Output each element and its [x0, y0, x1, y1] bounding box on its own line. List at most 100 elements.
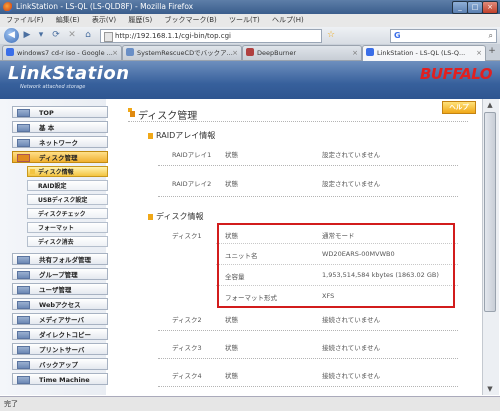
sidebar-item-users[interactable]: ユーザ管理 [12, 283, 108, 295]
disk-section-title: ディスク情報 [156, 212, 204, 221]
copy-icon [17, 331, 30, 339]
menu-edit[interactable]: 編集(E) [56, 16, 80, 24]
tab-systemrescue[interactable]: SystemRescueCDでバックア... × [122, 45, 242, 60]
menu-bookmarks[interactable]: ブックマーク(B) [165, 16, 217, 24]
menu-help[interactable]: ヘルプ(H) [272, 16, 304, 24]
tab-close-icon[interactable]: × [232, 46, 238, 60]
subitem-disk-check[interactable]: ディスクチェック [27, 208, 108, 219]
search-box[interactable]: G ⌕ [390, 29, 497, 43]
buffalo-logo: BUFFALO [420, 65, 493, 83]
status-text: 完了 [4, 400, 18, 408]
disk4-name: ディスク4 [172, 372, 202, 380]
basic-icon [17, 124, 30, 132]
sidebar-item-basic[interactable]: 基 本 [12, 121, 108, 133]
group-icon [17, 271, 30, 279]
raid-section-title: RAIDアレイ情報 [156, 131, 216, 140]
raid2-name: RAIDアレイ2 [172, 180, 212, 188]
forward-button[interactable]: ▶ [22, 30, 32, 41]
maximize-button[interactable]: □ [467, 1, 483, 14]
backup-icon [17, 361, 30, 369]
sidebar-item-top[interactable]: TOP [12, 106, 108, 118]
firefox-icon [3, 2, 13, 12]
status-bar: 完了 [0, 396, 500, 411]
stop-icon[interactable]: ✕ [66, 30, 78, 41]
divider [158, 196, 458, 197]
google-icon: G [394, 31, 401, 40]
disk3-key: 状態 [225, 344, 238, 352]
divider [158, 358, 458, 359]
sidebar-item-groups[interactable]: グループ管理 [12, 268, 108, 280]
window-title: LinkStation - LS-QL (LS-QLD8F) - Mozilla… [16, 2, 194, 11]
tab-deepburner[interactable]: DeepBurner × [242, 45, 362, 60]
sidebar-item-print-server[interactable]: プリントサーバ [12, 343, 108, 355]
scroll-up-icon[interactable]: ▲ [484, 100, 496, 110]
media-icon [17, 316, 30, 324]
tab-close-icon[interactable]: × [476, 46, 482, 60]
sidebar-item-time-machine[interactable]: Time Machine [12, 373, 108, 385]
close-button[interactable]: × [482, 1, 498, 14]
scroll-down-icon[interactable]: ▼ [484, 384, 496, 394]
new-tab-button[interactable]: + [487, 46, 497, 57]
reload-icon[interactable]: ⟳ [50, 30, 62, 41]
highlight-box [217, 223, 455, 308]
tab-windows7[interactable]: windows7 cd-r iso - Google ... × [2, 45, 122, 60]
subitem-disk-info[interactable]: ディスク情報 [27, 166, 108, 177]
disk4-key: 状態 [225, 372, 238, 380]
subitem-raid[interactable]: RAID設定 [27, 180, 108, 191]
disk3-name: ディスク3 [172, 344, 202, 352]
divider [158, 386, 458, 387]
menu-file[interactable]: ファイル(F) [6, 16, 44, 24]
disk-icon [17, 154, 30, 162]
sidebar-item-backup[interactable]: バックアップ [12, 358, 108, 370]
sidebar-item-web-access[interactable]: Webアクセス [12, 298, 108, 310]
raid1-key: 状態 [225, 151, 238, 159]
disk2-value: 接続されていません [322, 316, 381, 324]
raid2-value: 設定されていません [322, 180, 381, 188]
subitem-disk-erase[interactable]: ディスク消去 [27, 236, 108, 247]
web-icon [17, 301, 30, 309]
window-titlebar: LinkStation - LS-QL (LS-QLD8F) - Mozilla… [0, 0, 500, 14]
sidebar-item-shared-folders[interactable]: 共有フォルダ管理 [12, 253, 108, 265]
navigation-toolbar: ◀ ▶ ▾ ⟳ ✕ ⌂ http://192.168.1.1/cgi-bin/t… [0, 27, 500, 45]
home-icon[interactable]: ⌂ [82, 30, 94, 41]
disk2-key: 状態 [225, 316, 238, 324]
subitem-format[interactable]: フォーマット [27, 222, 108, 233]
tab-close-icon[interactable]: × [352, 46, 358, 60]
back-button[interactable]: ◀ [4, 28, 19, 43]
minimize-button[interactable]: _ [452, 1, 468, 14]
menu-view[interactable]: 表示(V) [92, 16, 116, 24]
sidebar-item-disk[interactable]: ディスク管理 [12, 151, 108, 163]
divider [158, 165, 458, 166]
tab-linkstation[interactable]: LinkStation - LS-QL (LS-Q... × [362, 45, 486, 61]
active-marker-icon [30, 169, 35, 174]
divider [128, 121, 468, 122]
divider [158, 330, 458, 331]
page-title: ディスク管理 [138, 111, 198, 122]
disk2-name: ディスク2 [172, 316, 202, 324]
top-icon [17, 109, 30, 117]
sidebar-item-media-server[interactable]: メディアサーバ [12, 313, 108, 325]
disk1-name: ディスク1 [172, 232, 202, 240]
menu-bar: ファイル(F) 編集(E) 表示(V) 履歴(S) ブックマーク(B) ツール(… [0, 14, 500, 27]
tab-label: SystemRescueCDでバックア... [137, 49, 233, 57]
bookmark-star-icon[interactable]: ☆ [326, 30, 336, 41]
dropdown-icon[interactable]: ▾ [36, 30, 46, 41]
help-button[interactable]: ヘルプ [442, 101, 476, 114]
tab-label: LinkStation - LS-QL (LS-Q... [377, 49, 466, 57]
tab-label: DeepBurner [257, 49, 297, 57]
scroll-thumb[interactable] [484, 112, 496, 312]
menu-history[interactable]: 履歴(S) [128, 16, 152, 24]
subitem-usb-disk[interactable]: USBディスク設定 [27, 194, 108, 205]
tab-close-icon[interactable]: × [112, 46, 118, 60]
sidebar-item-direct-copy[interactable]: ダイレクトコピー [12, 328, 108, 340]
address-text: http://192.168.1.1/cgi-bin/top.cgi [115, 32, 231, 40]
menu-tools[interactable]: ツール(T) [229, 16, 260, 24]
address-bar[interactable]: http://192.168.1.1/cgi-bin/top.cgi [100, 29, 322, 43]
google-tab-icon [6, 48, 14, 56]
page-icon [104, 32, 113, 42]
search-icon[interactable]: ⌕ [489, 31, 493, 41]
page-tab-icon [126, 48, 134, 56]
sidebar-item-network[interactable]: ネットワーク [12, 136, 108, 148]
raid2-key: 状態 [225, 180, 238, 188]
tab-label: windows7 cd-r iso - Google ... [17, 49, 113, 57]
